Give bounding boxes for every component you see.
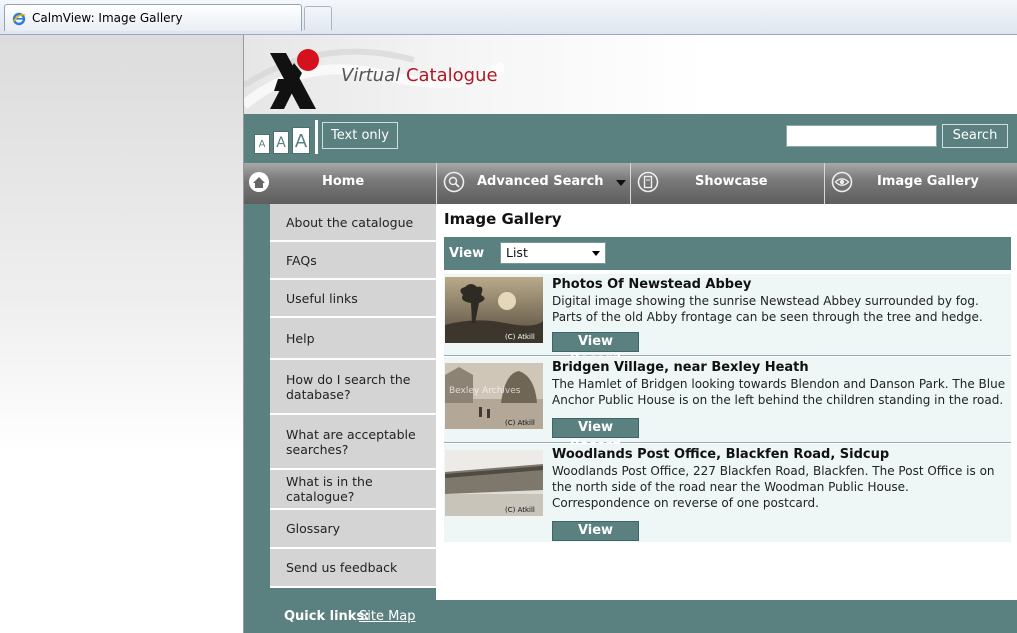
view-bar: View List: [444, 237, 1011, 270]
calmview-logo-icon: [270, 49, 319, 109]
browser-tab-strip: CalmView: Image Gallery: [0, 0, 1017, 35]
record-title[interactable]: Woodlands Post Office, Blackfen Road, Si…: [552, 447, 889, 462]
sidebar-item-feedback[interactable]: Send us feedback: [270, 549, 436, 588]
sidebar-item-about[interactable]: About the catalogue: [270, 204, 436, 242]
thumbnail-watermark: (C) Atkill: [505, 419, 535, 427]
site-brand: Virtual Catalogue: [341, 65, 498, 86]
brand-word-virtual: Virtual: [341, 65, 401, 86]
brand-word-catalogue: Catalogue: [405, 65, 498, 86]
sidebar: About the catalogue FAQs Useful links He…: [244, 204, 436, 600]
left-gutter: [0, 35, 244, 633]
chevron-down-icon[interactable]: [616, 180, 626, 186]
nav-image-gallery[interactable]: Image Gallery: [825, 163, 1017, 204]
gallery-record: Bexley Archives (C) Atkill Bridgen Villa…: [444, 357, 1011, 453]
browser-tab-title: CalmView: Image Gallery: [32, 11, 183, 25]
sidebar-item-label: What is in the catalogue?: [286, 474, 373, 504]
svg-text:Bexley Archives: Bexley Archives: [449, 386, 521, 396]
eye-icon: [831, 171, 853, 193]
font-size-medium-button[interactable]: A: [273, 131, 289, 154]
record-title[interactable]: Photos Of Newstead Abbey: [552, 277, 751, 292]
sidebar-item-label: Help: [286, 330, 315, 346]
site-header: Virtual Catalogue: [244, 35, 1017, 114]
sidebar-item-label: About the catalogue: [286, 214, 414, 230]
thumbnail-watermark: (C) Atkill: [505, 333, 535, 341]
nav-advanced-search-label: Advanced Search: [477, 174, 604, 189]
record-title[interactable]: Bridgen Village, near Bexley Heath: [552, 360, 809, 375]
nav-image-gallery-label: Image Gallery: [877, 174, 979, 189]
nav-advanced-search[interactable]: Advanced Search: [437, 163, 631, 204]
main-nav: Home Advanced Search Showcase Image Gall…: [244, 163, 1017, 204]
sidebar-item-catalogue-contents[interactable]: What is in the catalogue?: [270, 470, 436, 510]
footer: Quick links: Site Map: [244, 600, 1017, 633]
sidebar-item-label: What are acceptable searches?: [286, 426, 416, 457]
record-thumbnail[interactable]: (C) Atkill: [445, 277, 543, 343]
magnifier-icon: [443, 171, 465, 193]
view-label: View: [449, 246, 485, 261]
sidebar-item-useful-links[interactable]: Useful links: [270, 280, 436, 318]
font-size-large-button[interactable]: A: [292, 127, 310, 154]
toolbar: A A A Text only Search: [244, 114, 1017, 163]
chevron-down-icon: [592, 251, 600, 256]
search-input[interactable]: [786, 125, 937, 147]
nav-showcase[interactable]: Showcase: [631, 163, 825, 204]
page-title: Image Gallery: [444, 210, 562, 228]
sidebar-menu: About the catalogue FAQs Useful links He…: [270, 204, 436, 588]
thumbnail-watermark: (C) Atkill: [505, 506, 535, 514]
view-record-button[interactable]: View Record: [552, 332, 639, 367]
sidebar-item-how-to-search[interactable]: How do I search the database?: [270, 360, 436, 415]
gallery-record: (C) Atkill Photos Of Newstead Abbey Digi…: [444, 274, 1011, 367]
new-tab-button[interactable]: [304, 6, 332, 30]
nav-showcase-label: Showcase: [695, 174, 768, 189]
quick-links-label: Quick links:: [284, 609, 370, 624]
view-select[interactable]: List: [500, 242, 606, 264]
sidebar-item-label: How do I search the database?: [286, 371, 411, 402]
font-size-small-button[interactable]: A: [254, 134, 270, 154]
sidebar-item-label: Send us feedback: [286, 560, 398, 575]
view-record-button[interactable]: View Record: [552, 418, 639, 453]
search-button[interactable]: Search: [942, 124, 1008, 148]
record-thumbnail[interactable]: Bexley Archives (C) Atkill: [445, 363, 543, 429]
sidebar-item-label: FAQs: [286, 252, 317, 268]
toolbar-divider: [315, 120, 318, 154]
record-thumbnail[interactable]: (C) Atkill: [445, 450, 543, 516]
internet-explorer-icon: [12, 12, 26, 26]
page: Virtual Catalogue A A A Text only Search…: [244, 35, 1017, 633]
sidebar-item-glossary[interactable]: Glossary: [270, 510, 436, 549]
sidebar-item-help[interactable]: Help: [270, 318, 436, 360]
record-description: Digital image showing the sunrise Newste…: [552, 294, 983, 324]
view-select-value: List: [506, 245, 528, 260]
nav-home[interactable]: Home: [244, 163, 437, 204]
sidebar-item-label: Glossary: [286, 521, 341, 536]
nav-home-label: Home: [322, 174, 365, 189]
sidebar-item-acceptable-searches[interactable]: What are acceptable searches?: [270, 415, 436, 470]
sidebar-item-faqs[interactable]: FAQs: [270, 242, 436, 280]
page-icon: [637, 171, 659, 193]
record-description: The Hamlet of Bridgen looking towards Bl…: [552, 377, 1006, 407]
sidebar-item-label: Useful links: [286, 290, 358, 306]
record-description: Woodlands Post Office, 227 Blackfen Road…: [552, 464, 995, 510]
gallery-record: (C) Atkill Woodlands Post Office, Blackf…: [444, 444, 1011, 556]
browser-tab[interactable]: CalmView: Image Gallery: [4, 4, 302, 31]
site-map-link[interactable]: Site Map: [359, 609, 416, 624]
text-only-button[interactable]: Text only: [322, 122, 398, 149]
view-record-button[interactable]: View Record: [552, 521, 639, 556]
home-icon: [249, 172, 269, 192]
